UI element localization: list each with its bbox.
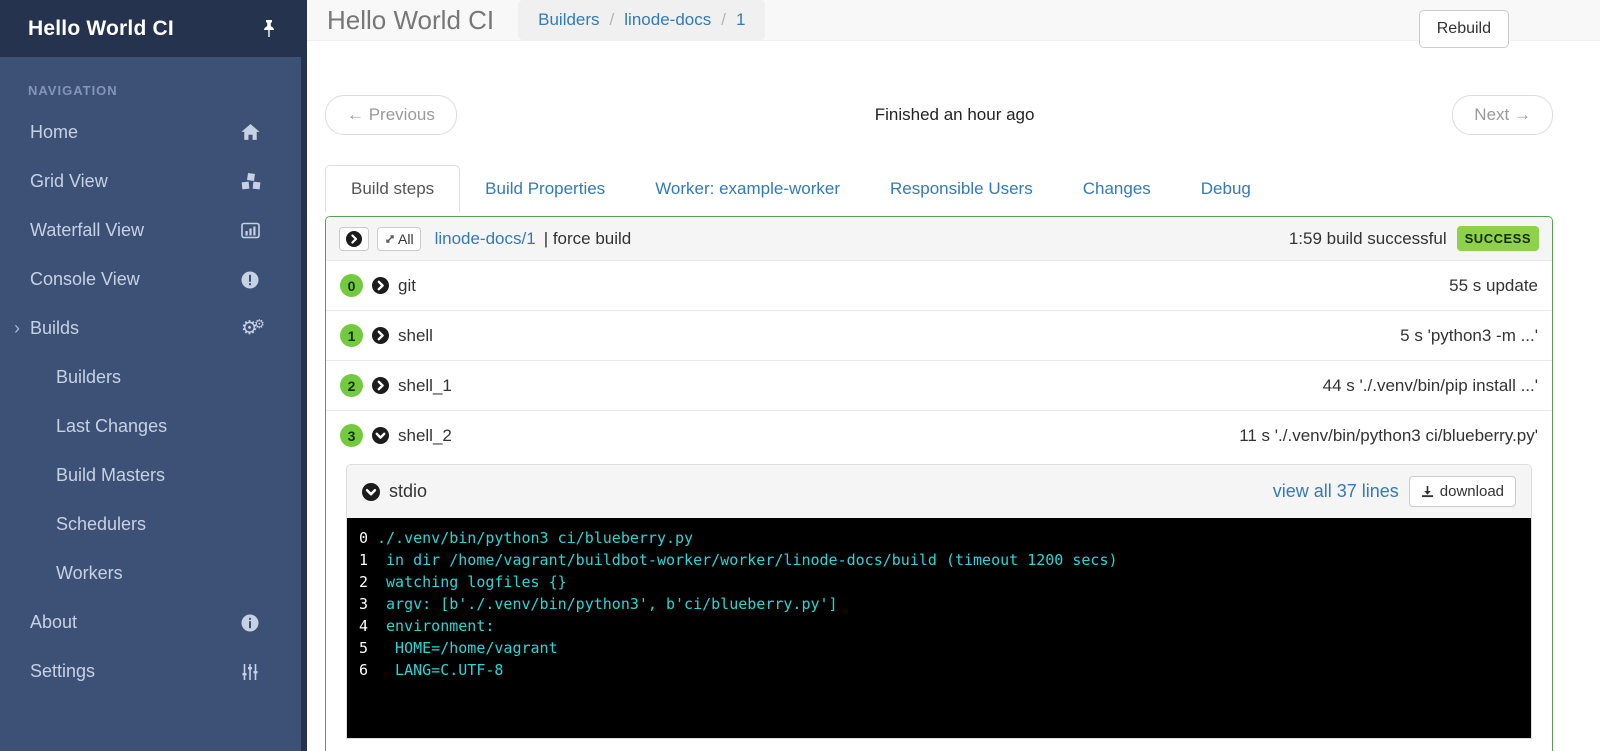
log-line: 5 HOME=/home/vagrant xyxy=(359,639,558,657)
sidebar-item-builders[interactable]: Builders xyxy=(0,353,301,402)
build-link[interactable]: linode-docs/1 xyxy=(435,229,536,249)
build-panel-header: All linode-docs/1 | force build 1:59 bui… xyxy=(326,217,1552,260)
step-row-shell-2: 3 shell_2 11 s './.venv/bin/python3 ci/b… xyxy=(326,410,1552,460)
step-name: shell xyxy=(398,325,433,345)
step-row-shell: 1 shell 5 s 'python3 -m ...' xyxy=(326,310,1552,360)
sidebar-item-settings[interactable]: Settings xyxy=(0,647,301,696)
breadcrumb-builder-link[interactable]: linode-docs xyxy=(624,10,711,30)
status-badge: SUCCESS xyxy=(1456,226,1539,251)
top-navbar: Hello World CI Builders / linode-docs / … xyxy=(307,0,1600,48)
app-title: Hello World CI xyxy=(28,16,174,40)
main-area: Hello World CI Builders / linode-docs / … xyxy=(307,0,1600,751)
step-toggle[interactable]: 2 shell_1 xyxy=(340,374,452,397)
step-toggle[interactable]: 1 shell xyxy=(340,324,433,347)
step-name: shell_2 xyxy=(398,425,452,445)
chevron-circle-right-icon xyxy=(372,327,389,344)
chevron-circle-right-icon xyxy=(372,377,389,394)
step-number-badge: 2 xyxy=(340,374,363,397)
sidebar-header: Hello World CI xyxy=(0,0,301,57)
rebuild-button[interactable]: Rebuild xyxy=(1418,10,1509,48)
step-number-badge: 0 xyxy=(340,274,363,297)
expand-chevron-icon: › xyxy=(14,318,20,338)
build-steps-panel: All linode-docs/1 | force build 1:59 bui… xyxy=(325,216,1553,751)
info-circle-icon xyxy=(241,614,263,632)
cogs-icon: ⚙⚙ xyxy=(241,317,265,339)
build-tabs: Build steps Build Properties Worker: exa… xyxy=(325,165,1553,212)
build-finished-status: Finished an hour ago xyxy=(874,105,1035,124)
nav-section-label: NAVIGATION xyxy=(28,83,118,98)
stdio-header: stdio view all 37 lines download xyxy=(347,465,1531,518)
sidebar-item-waterfall-view[interactable]: Waterfall View xyxy=(0,206,301,255)
download-icon xyxy=(1421,485,1434,498)
breadcrumb-separator: / xyxy=(609,10,615,29)
chevron-circle-down-icon xyxy=(372,427,389,444)
step-detail: 11 s './.venv/bin/python3 ci/blueberry.p… xyxy=(1239,425,1538,445)
breadcrumb-separator: / xyxy=(721,10,726,29)
tab-worker[interactable]: Worker: example-worker xyxy=(630,166,865,212)
build-summary: 1:59 build successful xyxy=(1288,228,1447,248)
step-toggle[interactable]: 0 git xyxy=(340,274,416,297)
sidebar-item-grid-view[interactable]: Grid View xyxy=(0,157,301,206)
step-detail: 5 s 'python3 -m ...' xyxy=(1400,325,1538,345)
expand-all-button[interactable]: All xyxy=(377,226,421,251)
breadcrumb-builders-link[interactable]: Builders xyxy=(538,10,599,30)
breadcrumb-build-number-link[interactable]: 1 xyxy=(736,10,745,30)
exclamation-circle-icon xyxy=(241,271,263,289)
chevron-circle-right-icon xyxy=(346,230,362,247)
step-row-git: 0 git 55 s update xyxy=(326,260,1552,310)
tab-responsible-users[interactable]: Responsible Users xyxy=(865,166,1058,212)
expand-arrows-icon xyxy=(384,233,396,245)
step-name: git xyxy=(398,275,416,295)
sidebar-item-schedulers[interactable]: Schedulers xyxy=(0,500,301,549)
bar-chart-icon xyxy=(241,222,263,239)
chevron-circle-down-icon[interactable] xyxy=(362,482,380,501)
tab-build-steps[interactable]: Build steps xyxy=(325,165,461,212)
tab-changes[interactable]: Changes xyxy=(1058,166,1176,212)
sidebar-item-last-changes[interactable]: Last Changes xyxy=(0,402,301,451)
sidebar-item-console-view[interactable]: Console View xyxy=(0,255,301,304)
tab-build-properties[interactable]: Build Properties xyxy=(460,166,630,212)
step-number-badge: 1 xyxy=(340,324,363,347)
download-button[interactable]: download xyxy=(1408,476,1516,507)
sidebar-item-about[interactable]: About xyxy=(0,598,301,647)
sidebar-item-home[interactable]: Home xyxy=(0,108,301,157)
next-build-button[interactable]: Next → xyxy=(1452,95,1553,135)
log-line: 3 argv: [b'./.venv/bin/python3', b'ci/bl… xyxy=(359,595,838,613)
log-line: 2 watching logfiles {} xyxy=(359,573,567,591)
log-line: 4 environment: xyxy=(359,617,495,635)
previous-build-button[interactable]: ← Previous xyxy=(325,95,457,135)
log-line: 6 LANG=C.UTF-8 xyxy=(359,661,504,679)
page-title: Hello World CI xyxy=(327,4,495,35)
step-number-badge: 3 xyxy=(340,424,363,447)
chevron-circle-right-icon xyxy=(372,277,389,294)
cubes-icon xyxy=(241,173,263,190)
breadcrumb: Builders / linode-docs / 1 xyxy=(518,0,766,40)
build-pager: ← Previous Finished an hour ago Next → xyxy=(325,95,1553,135)
log-line: 0 ./.venv/bin/python3 ci/blueberry.py xyxy=(359,529,694,547)
view-all-lines-link[interactable]: view all 37 lines xyxy=(1273,481,1399,502)
log-line: 1 in dir /home/vagrant/buildbot-worker/w… xyxy=(359,551,1118,569)
tab-debug[interactable]: Debug xyxy=(1176,166,1276,212)
step-toggle[interactable]: 3 shell_2 xyxy=(340,424,452,447)
sidebar-item-workers[interactable]: Workers xyxy=(0,549,301,598)
step-row-shell-1: 2 shell_1 44 s './.venv/bin/pip install … xyxy=(326,360,1552,410)
step-detail: 44 s './.venv/bin/pip install ...' xyxy=(1322,375,1538,395)
stdio-log-panel: stdio view all 37 lines download 0 ./.ve… xyxy=(346,464,1532,739)
sidebar: Hello World CI NAVIGATION Home Grid View… xyxy=(0,0,307,751)
content: ← Previous Finished an hour ago Next → B… xyxy=(307,41,1600,751)
collapse-toggle-button[interactable] xyxy=(339,226,369,251)
sidebar-item-builds[interactable]: › Builds ⚙⚙ xyxy=(0,304,301,353)
stdio-terminal[interactable]: 0 ./.venv/bin/python3 ci/blueberry.py 1 i… xyxy=(347,518,1531,738)
build-reason: | force build xyxy=(543,228,632,248)
pin-icon[interactable] xyxy=(261,19,277,38)
step-detail: 55 s update xyxy=(1449,275,1538,295)
home-icon xyxy=(241,124,263,141)
step-expanded-area: stdio view all 37 lines download 0 ./.ve… xyxy=(326,460,1552,751)
stdio-title: stdio xyxy=(389,481,428,501)
step-name: shell_1 xyxy=(398,375,452,395)
sidebar-item-build-masters[interactable]: Build Masters xyxy=(0,451,301,500)
sliders-icon xyxy=(241,663,263,681)
